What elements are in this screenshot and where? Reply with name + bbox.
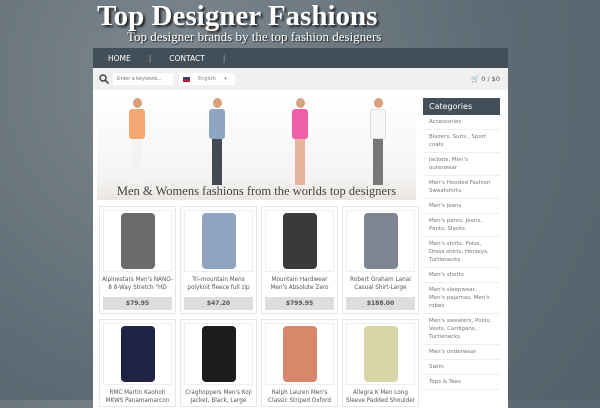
nav-home[interactable]: HOME bbox=[108, 54, 131, 63]
language-label: English bbox=[198, 76, 217, 82]
toolbar: English ▾ 🛒 0 / $0 bbox=[93, 68, 508, 90]
category-link[interactable]: Accessories bbox=[423, 115, 500, 130]
product-name[interactable]: Allegra K Men Long Sleeve Padded Shoulde… bbox=[343, 389, 418, 406]
language-select[interactable]: English ▾ bbox=[179, 73, 235, 85]
product-card[interactable]: RMC Martin Kaohoh MKWS Panamamarcon navy… bbox=[99, 319, 176, 407]
site-subtitle: Top designer brands by the top fashion d… bbox=[127, 29, 382, 44]
product-name[interactable]: Tri-mountain Mens polyknit fleece full z… bbox=[181, 276, 256, 293]
category-link[interactable]: Men's underwear bbox=[423, 345, 500, 360]
product-price: $188.00 bbox=[346, 297, 415, 310]
nav-separator: | bbox=[148, 53, 152, 63]
category-link[interactable]: Tops & Tees bbox=[423, 375, 500, 390]
category-link[interactable]: Men's jeans bbox=[423, 199, 500, 214]
categories-sidebar: Categories Accessories Blazers, Suits , S… bbox=[423, 98, 500, 390]
product-card[interactable]: Alpinestars Men's NANO-8 8-Way Stretch "… bbox=[99, 206, 176, 314]
model-image bbox=[292, 98, 308, 186]
main-container: HOME | CONTACT | English ▾ 🛒 0 / $0 Men … bbox=[93, 48, 508, 408]
search-input[interactable] bbox=[113, 73, 173, 85]
category-link[interactable]: Men's sweaters, Polos, Vests, Cardigans,… bbox=[423, 314, 500, 345]
product-image[interactable] bbox=[184, 210, 253, 272]
cart-button[interactable]: 🛒 0 / $0 bbox=[471, 75, 500, 83]
product-price: $799.95 bbox=[265, 297, 334, 310]
category-link[interactable]: Blazers, Suits , Sport coats bbox=[423, 130, 500, 153]
category-link[interactable]: Men's Hooded Fashion Sweatshirts bbox=[423, 176, 500, 199]
product-price: $47.20 bbox=[184, 297, 253, 310]
cart-total: 0 / $0 bbox=[481, 75, 500, 83]
product-name[interactable]: Ralph Lauren Men's Classic Striped Oxfor… bbox=[262, 389, 337, 406]
product-card[interactable]: Ralph Lauren Men's Classic Striped Oxfor… bbox=[261, 319, 338, 407]
product-image[interactable] bbox=[346, 323, 415, 385]
search-icon[interactable] bbox=[99, 74, 109, 84]
category-link[interactable]: Men's pants, Jeans, Pants, Slacks bbox=[423, 214, 500, 237]
product-image[interactable] bbox=[103, 323, 172, 385]
nav-separator: | bbox=[222, 53, 226, 63]
banner-text: Men & Womens fashions from the worlds to… bbox=[116, 184, 397, 198]
hero-banner: Men & Womens fashions from the worlds to… bbox=[97, 94, 416, 200]
product-image[interactable] bbox=[103, 210, 172, 272]
chevron-down-icon: ▾ bbox=[224, 76, 227, 82]
cart-icon: 🛒 bbox=[471, 75, 480, 83]
product-card[interactable]: Craghoppers Men's Koji Jacket, Black, La… bbox=[180, 319, 257, 407]
main-nav: HOME | CONTACT | bbox=[93, 48, 508, 68]
category-link[interactable]: Men's sleepwear, Men's pajamas, Men's ro… bbox=[423, 283, 500, 314]
product-card[interactable]: Allegra K Men Long Sleeve Padded Shoulde… bbox=[342, 319, 419, 407]
product-card[interactable]: Robert Graham Lanai Casual Shirt-Large $… bbox=[342, 206, 419, 314]
category-link[interactable]: Men's shirts, Polos, Dress shirts, Henle… bbox=[423, 237, 500, 268]
product-name[interactable]: Craghoppers Men's Koji Jacket, Black, La… bbox=[181, 389, 256, 406]
product-card[interactable]: Mountain Hardwear Men's Absolute Zero Pa… bbox=[261, 206, 338, 314]
category-link[interactable]: Jackets, Men's outerwear bbox=[423, 153, 500, 176]
model-image bbox=[370, 98, 386, 186]
product-image[interactable] bbox=[265, 210, 334, 272]
us-flag-icon bbox=[183, 76, 190, 82]
product-name[interactable]: Robert Graham Lanai Casual Shirt-Large bbox=[343, 276, 418, 293]
model-image bbox=[129, 98, 145, 186]
nav-contact[interactable]: CONTACT bbox=[169, 54, 205, 63]
product-name[interactable]: Mountain Hardwear Men's Absolute Zero Pa… bbox=[262, 276, 337, 293]
product-image[interactable] bbox=[184, 323, 253, 385]
category-link[interactable]: Swim bbox=[423, 360, 500, 375]
categories-heading: Categories bbox=[423, 98, 500, 115]
product-image[interactable] bbox=[346, 210, 415, 272]
product-price: $79.95 bbox=[103, 297, 172, 310]
category-link[interactable]: Men's shorts bbox=[423, 268, 500, 283]
product-name[interactable]: Alpinestars Men's NANO-8 8-Way Stretch "… bbox=[100, 276, 175, 293]
product-card[interactable]: Tri-mountain Mens polyknit fleece full z… bbox=[180, 206, 257, 314]
product-name[interactable]: RMC Martin Kaohoh MKWS Panamamarcon navy… bbox=[100, 389, 175, 406]
product-image[interactable] bbox=[265, 323, 334, 385]
model-image bbox=[209, 98, 225, 186]
